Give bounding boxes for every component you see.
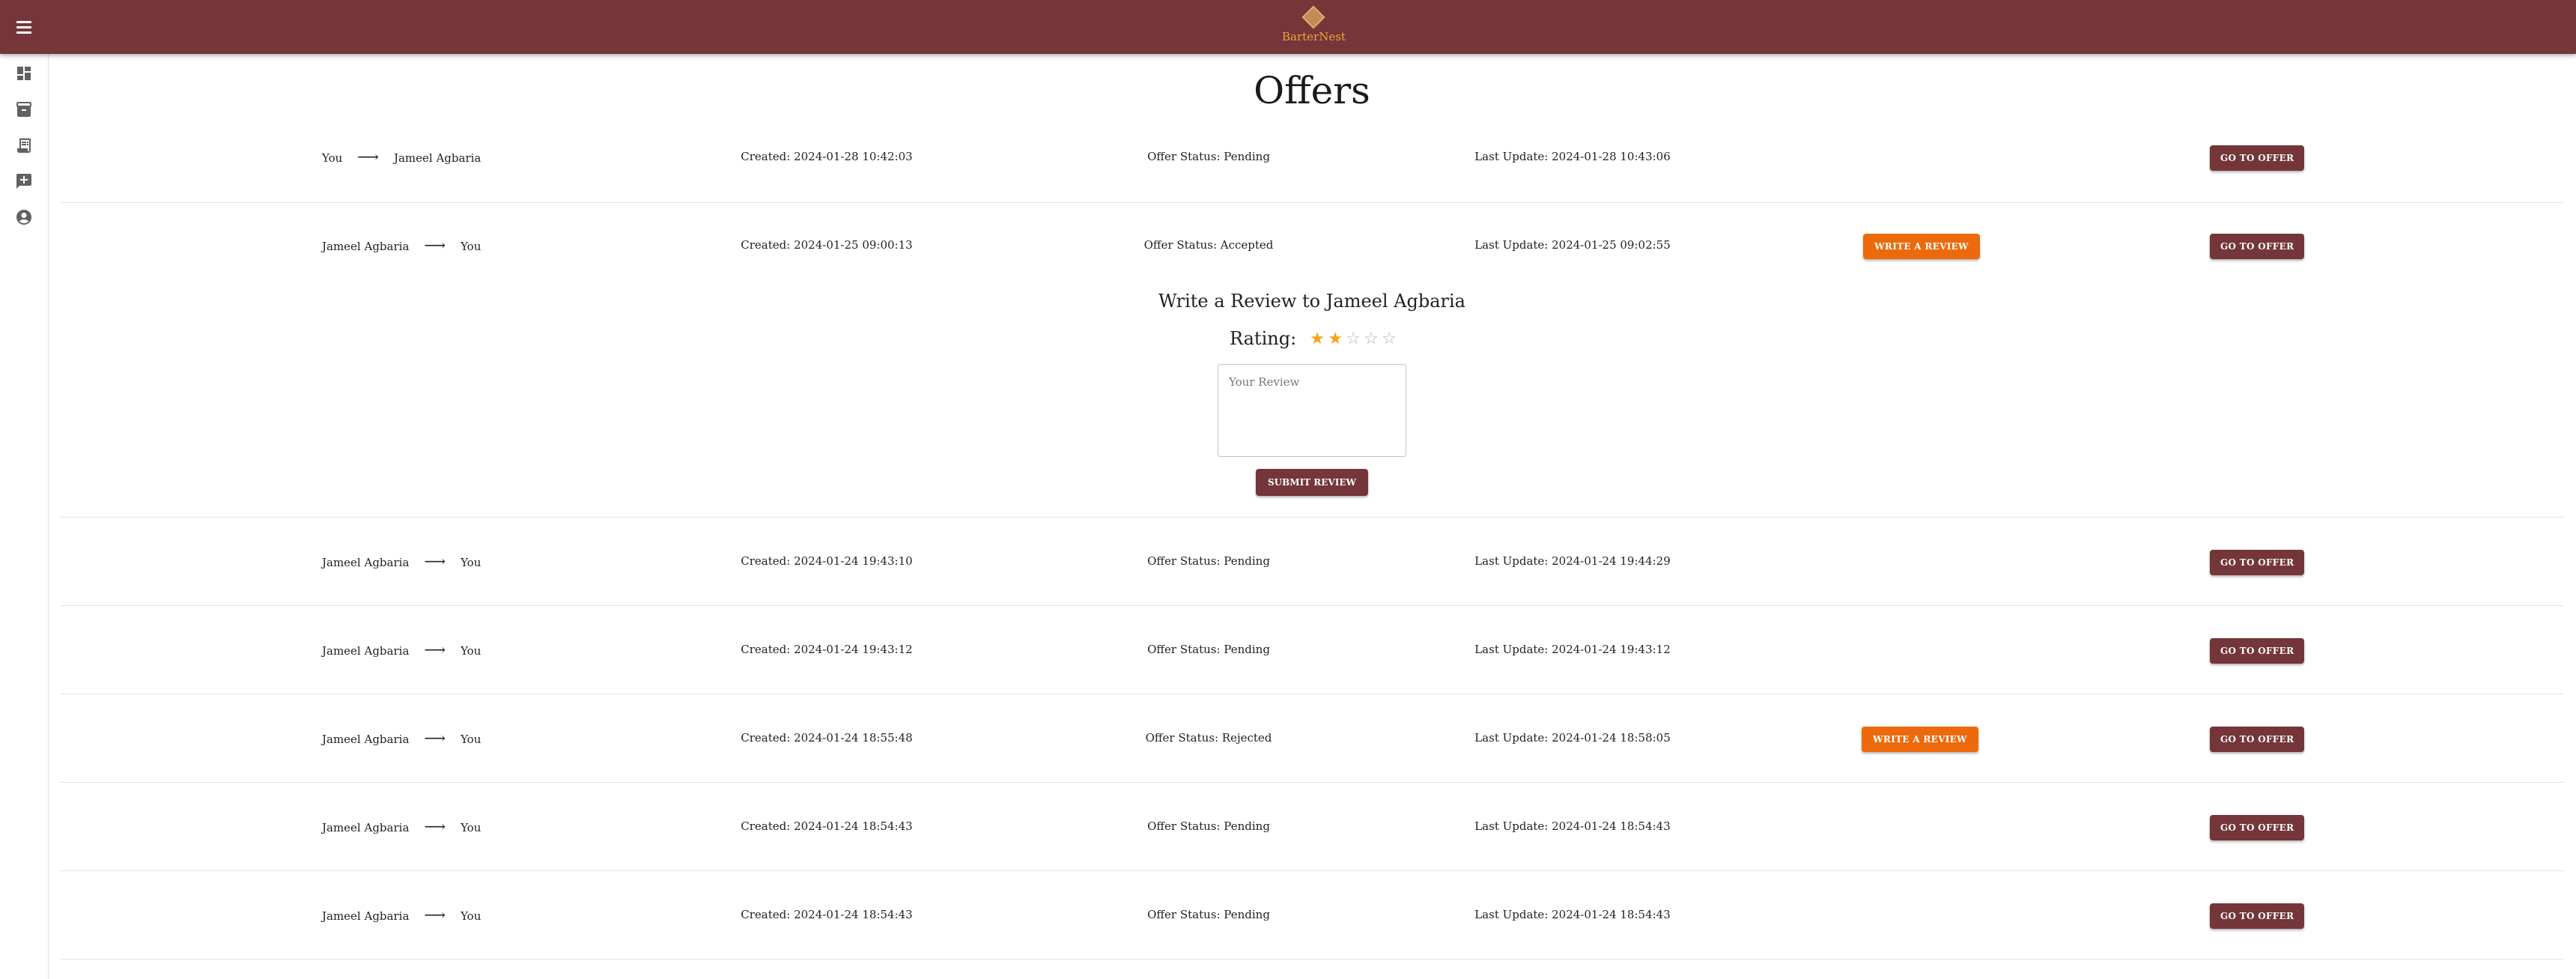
write-a-review-button[interactable]: WRITE A REVIEW — [1862, 727, 1978, 752]
offer-last-update: Last Update: 2024-01-28 10:43:06 — [1474, 150, 1671, 163]
offer-from: Jameel Agbaria — [322, 644, 410, 658]
offer-status: Offer Status: Pending — [1147, 150, 1270, 163]
go-to-offer-button[interactable]: GO TO OFFER — [2210, 234, 2304, 259]
offer-parties: You ⟶ Jameel Agbaria — [322, 136, 481, 177]
star-rating: ★ ★ ☆ ☆ ☆ — [1308, 330, 1398, 348]
offer-to: You — [461, 556, 482, 569]
star-filled-icon[interactable]: ★ — [1326, 330, 1344, 348]
menu-icon[interactable] — [13, 16, 34, 37]
logo[interactable]: BarterNest — [1282, 4, 1346, 49]
top-app-bar: BarterNest — [0, 0, 2576, 54]
write-a-review-button[interactable]: WRITE A REVIEW — [1863, 234, 1980, 259]
offer-created: Created: 2024-01-24 19:43:10 — [741, 554, 913, 568]
go-to-offer-button[interactable]: GO TO OFFER — [2210, 638, 2304, 664]
offer-created: Created: 2024-01-24 18:54:43 — [741, 819, 913, 833]
offer-row: Jameel Agbaria ⟶ You Created: 2024-01-25 0… — [60, 202, 2564, 518]
offer-parties: Jameel Agbaria ⟶ You — [322, 629, 481, 670]
offer-row: Jameel Agbaria ⟶ You Created: 2024-01-24 1… — [60, 517, 2564, 606]
star-filled-icon[interactable]: ★ — [1308, 330, 1326, 348]
go-to-offer-button[interactable]: GO TO OFFER — [2210, 550, 2304, 575]
add-comment-icon[interactable] — [15, 172, 33, 190]
star-empty-icon[interactable]: ☆ — [1362, 330, 1380, 348]
offer-from: Jameel Agbaria — [322, 733, 410, 746]
offer-row: Jameel Agbaria ⟶ You Created: 2024-01-24 1… — [60, 782, 2564, 871]
archive-icon[interactable] — [15, 100, 33, 118]
offer-status: Offer Status: Pending — [1147, 643, 1270, 656]
submit-review-button[interactable]: SUBMIT REVIEW — [1256, 469, 1368, 496]
offer-row: Jameel Agbaria ⟶ You Created: 2024-01-24 1… — [60, 694, 2564, 783]
go-to-offer-button[interactable]: GO TO OFFER — [2210, 727, 2304, 752]
arrow-right-icon: ⟶ — [424, 729, 446, 747]
offer-last-update: Last Update: 2024-01-25 09:02:55 — [1474, 238, 1671, 252]
offer-parties: Jameel Agbaria ⟶ You — [322, 225, 481, 265]
offer-created: Created: 2024-01-24 19:43:12 — [741, 643, 913, 656]
offer-parties: Jameel Agbaria ⟶ You — [322, 718, 481, 758]
arrow-right-icon: ⟶ — [424, 552, 446, 570]
offer-from: Jameel Agbaria — [322, 556, 410, 569]
offer-created: Created: 2024-01-28 10:42:03 — [741, 150, 913, 163]
offer-row: Jameel Agbaria ⟶ You Created: 2024-01-24 1… — [60, 605, 2564, 694]
arrow-right-icon: ⟶ — [424, 817, 446, 835]
offer-last-update: Last Update: 2024-01-24 18:54:43 — [1474, 819, 1671, 833]
offer-last-update: Last Update: 2024-01-24 18:54:43 — [1474, 908, 1671, 921]
offer-last-update: Last Update: 2024-01-24 19:43:12 — [1474, 643, 1671, 656]
sidebar — [0, 54, 49, 979]
account-circle-icon[interactable] — [15, 208, 33, 226]
receipt-icon[interactable] — [15, 136, 33, 154]
offer-to: You — [461, 644, 482, 658]
offer-to: You — [461, 733, 482, 746]
offer-from: Jameel Agbaria — [322, 909, 410, 923]
offers-page: Offers You ⟶ Jameel Agbaria Created: 2024-… — [60, 54, 2564, 979]
arrow-right-icon: ⟶ — [357, 148, 379, 166]
offer-to: You — [461, 240, 482, 253]
offer-status: Offer Status: Pending — [1147, 819, 1270, 833]
offer-last-update: Last Update: 2024-01-24 19:44:29 — [1474, 554, 1671, 568]
star-empty-icon[interactable]: ☆ — [1380, 330, 1398, 348]
offer-status: Offer Status: Pending — [1147, 554, 1270, 568]
offer-parties: Jameel Agbaria ⟶ You — [322, 541, 481, 581]
offer-created: Created: 2024-01-25 09:00:13 — [741, 238, 913, 252]
offer-status: Offer Status: Rejected — [1145, 731, 1272, 745]
logo-text: BarterNest — [1282, 30, 1346, 43]
diamond-logo-icon — [1301, 5, 1325, 29]
go-to-offer-button[interactable]: GO TO OFFER — [2210, 145, 2304, 171]
review-textarea[interactable] — [1218, 364, 1406, 457]
offer-to: Jameel Agbaria — [393, 151, 482, 165]
offer-row: You ⟶ Jameel Agbaria Created: 2024-01-28 1… — [60, 136, 2564, 203]
offer-last-update: Last Update: 2024-01-24 18:58:05 — [1474, 731, 1671, 745]
offer-row: Jameel Agbaria ⟶ You Created: 2024-01-24 1… — [60, 870, 2564, 960]
offer-from: Jameel Agbaria — [322, 240, 410, 253]
arrow-right-icon: ⟶ — [424, 906, 446, 924]
arrow-right-icon: ⟶ — [424, 640, 446, 658]
page-title: Offers — [1254, 69, 1370, 112]
offer-to: You — [461, 821, 482, 834]
offer-parties: Jameel Agbaria ⟶ You — [322, 894, 481, 935]
offer-created: Created: 2024-01-24 18:55:48 — [741, 731, 913, 745]
offer-from: Jameel Agbaria — [322, 821, 410, 834]
rating-row: Rating: ★ ★ ☆ ☆ ☆ — [1230, 327, 1398, 351]
review-form-title: Write a Review to Jameel Agbaria — [1158, 291, 1465, 312]
arrow-right-icon: ⟶ — [424, 236, 446, 254]
star-empty-icon[interactable]: ☆ — [1344, 330, 1362, 348]
offer-status: Offer Status: Accepted — [1143, 238, 1274, 252]
offer-to: You — [461, 909, 482, 923]
review-form: Write a Review to Jameel Agbaria Rating:… — [60, 280, 2564, 497]
dashboard-icon[interactable] — [15, 64, 33, 82]
go-to-offer-button[interactable]: GO TO OFFER — [2210, 815, 2304, 840]
offer-parties: Jameel Agbaria ⟶ You — [322, 806, 481, 846]
go-to-offer-button[interactable]: GO TO OFFER — [2210, 903, 2304, 929]
offer-created: Created: 2024-01-24 18:54:43 — [741, 908, 913, 921]
rating-label: Rating: — [1230, 328, 1297, 349]
offer-from: You — [322, 151, 343, 165]
offer-status: Offer Status: Pending — [1147, 908, 1270, 921]
